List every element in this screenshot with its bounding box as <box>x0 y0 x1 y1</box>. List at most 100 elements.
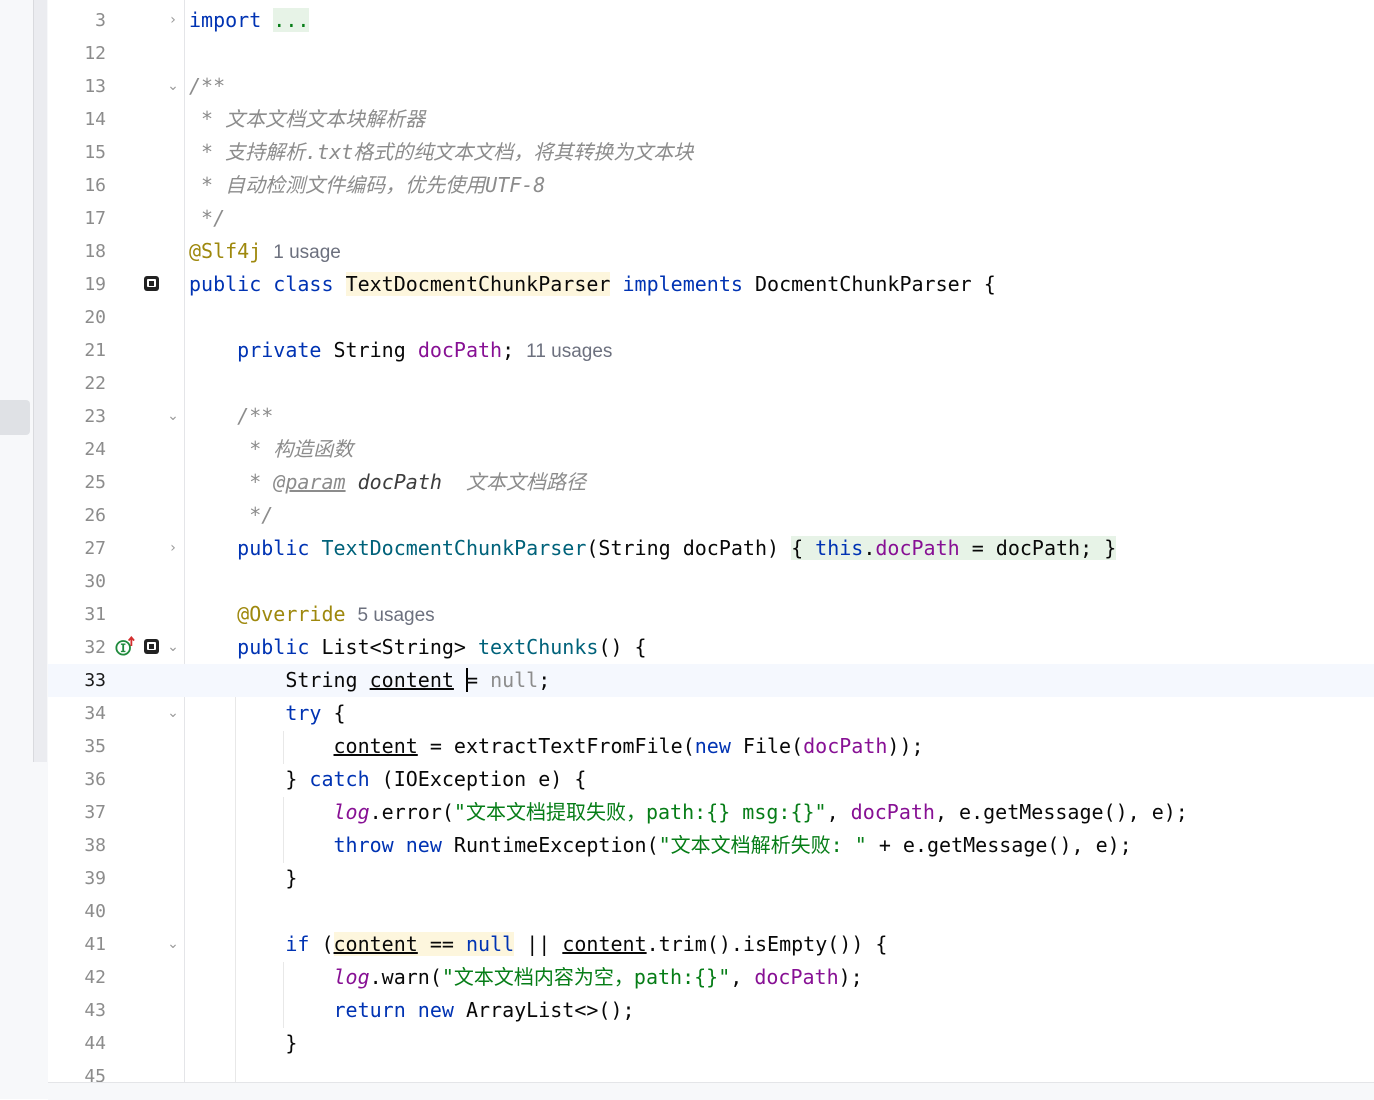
fold-collapse-icon[interactable]: ⌄ <box>166 409 180 423</box>
keyword: public <box>237 635 310 659</box>
code-line-current[interactable]: 33 String content = null; <box>48 664 1374 697</box>
folded-body[interactable]: { this.docPath = docPath; } <box>791 536 1117 560</box>
brace: } <box>285 767 298 791</box>
code-line[interactable]: 17 */ <box>48 202 1374 235</box>
line-number: 30 <box>84 571 106 592</box>
constructor-name[interactable]: TextDocmentChunkParser <box>321 536 586 560</box>
comment-star: * <box>249 470 262 494</box>
code-line[interactable]: 35 content = extractTextFromFile(new Fil… <box>48 730 1374 763</box>
code-line[interactable]: 24 * 构造函数 <box>48 433 1374 466</box>
fold-collapse-icon[interactable]: ⌄ <box>166 79 180 93</box>
code-line[interactable]: 43 return new ArrayList<>(); <box>48 994 1374 1027</box>
field[interactable]: docPath <box>418 338 502 362</box>
variable[interactable]: content <box>334 932 418 956</box>
code-line[interactable]: 3 › import ... <box>48 4 1374 37</box>
code-line[interactable]: 39 } <box>48 862 1374 895</box>
field: docPath <box>754 965 839 989</box>
code-line[interactable]: 40 <box>48 895 1374 928</box>
line-number: 31 <box>84 604 106 625</box>
literal: null <box>490 668 539 692</box>
line-number: 24 <box>84 439 106 460</box>
code-text: */ <box>189 202 225 235</box>
horizontal-scroll-area[interactable] <box>48 1082 1374 1100</box>
folded-region[interactable]: ... <box>273 8 310 32</box>
code-line[interactable]: 12 <box>48 37 1374 70</box>
scrollbar[interactable] <box>33 0 47 762</box>
line-number: 3 <box>95 10 106 31</box>
code-line[interactable]: 45 <box>48 1060 1374 1082</box>
fold-collapse-icon[interactable]: ⌄ <box>166 706 180 720</box>
code-fragment: .warn( <box>369 965 442 989</box>
line-number: 19 <box>84 274 106 295</box>
line-number: 16 <box>84 175 106 196</box>
code-line[interactable]: 38 throw new RuntimeException("文本文档解析失败:… <box>48 829 1374 862</box>
code-text: * 文本文档文本块解析器 <box>189 103 425 136</box>
code-line[interactable]: 44 } <box>48 1027 1374 1060</box>
keyword: new <box>417 998 454 1022</box>
comment-star: * <box>201 140 214 164</box>
code-line[interactable]: 16 * 自动检测文件编码，优先使用UTF-8 <box>48 169 1374 202</box>
variable[interactable]: content <box>334 734 418 758</box>
comment-close: */ <box>201 206 226 230</box>
operator: = <box>465 668 479 692</box>
code-line[interactable]: 20 <box>48 301 1374 334</box>
variable[interactable]: content <box>562 932 646 956</box>
bookmark-gutter-icon[interactable] <box>144 639 159 654</box>
code-fragment: () { <box>598 635 647 659</box>
code-line[interactable]: 37 log.error("文本文档提取失败，path:{} msg:{}", … <box>48 796 1374 829</box>
interface-name[interactable]: DocmentChunkParser <box>755 272 972 296</box>
line-number: 41 <box>84 934 106 955</box>
fold-collapse-icon[interactable]: ⌄ <box>166 640 180 654</box>
implements-method-icon[interactable] <box>115 636 135 656</box>
line-number: 15 <box>84 142 106 163</box>
code-line[interactable]: 18 @Slf4j 1 usage <box>48 235 1374 268</box>
code-line[interactable]: 19 public class TextDocmentChunkParser i… <box>48 268 1374 301</box>
comment-text: 文本文档路径 <box>466 470 586 494</box>
fold-expand-icon[interactable]: › <box>166 13 180 27</box>
code-text: try { <box>189 697 345 730</box>
fold-collapse-icon[interactable]: ⌄ <box>166 937 180 951</box>
usage-hint[interactable]: 1 usage <box>273 242 341 263</box>
code-line[interactable]: 34 ⌄ try { <box>48 697 1374 730</box>
line-number: 18 <box>84 241 106 262</box>
code-line[interactable]: 13 ⌄ /** <box>48 70 1374 103</box>
code-fragment: (IOException e) { <box>369 767 587 791</box>
code-line[interactable]: 26 */ <box>48 499 1374 532</box>
type: String <box>333 338 406 362</box>
code-text: public List<String> textChunks() { <box>189 631 647 664</box>
keyword: private <box>237 338 322 362</box>
literal: null <box>465 932 515 956</box>
brace: } <box>1104 536 1117 560</box>
code-line[interactable]: 36 } catch (IOException e) { <box>48 763 1374 796</box>
punct: , <box>826 800 851 824</box>
code-line[interactable]: 25 * @param docPath 文本文档路径 <box>48 466 1374 499</box>
bookmark-gutter-icon[interactable] <box>144 276 159 291</box>
code-text: } <box>189 1027 297 1060</box>
code-line[interactable]: 15 * 支持解析.txt格式的纯文本文档，将其转换为文本块 <box>48 136 1374 169</box>
variable[interactable]: content <box>370 668 454 692</box>
code-line[interactable]: 22 <box>48 367 1374 400</box>
rail-tab[interactable] <box>0 400 30 435</box>
code-fragment: ); <box>838 965 863 989</box>
code-line[interactable]: 23 ⌄ /** <box>48 400 1374 433</box>
comment-open: /** <box>237 404 274 428</box>
fold-expand-icon[interactable]: › <box>166 541 180 555</box>
string-literal: "文本文档解析失败: " <box>658 833 867 857</box>
field: docPath <box>875 536 960 560</box>
code-line[interactable]: 27 › public TextDocmentChunkParser(Strin… <box>48 532 1374 565</box>
usage-hint[interactable]: 11 usages <box>526 341 612 362</box>
method-name[interactable]: textChunks <box>478 635 598 659</box>
code-line[interactable]: 32 ⌄ public List<String> textChunks() { <box>48 631 1374 664</box>
brace: { <box>983 272 996 296</box>
code-line[interactable]: 42 log.warn("文本文档内容为空，path:{}", docPath)… <box>48 961 1374 994</box>
code-line[interactable]: 41 ⌄ if (content == null || content.trim… <box>48 928 1374 961</box>
usage-hint[interactable]: 5 usages <box>358 605 435 626</box>
code-line[interactable]: 21 private String docPath; 11 usages <box>48 334 1374 367</box>
code-line[interactable]: 14 * 文本文档文本块解析器 <box>48 103 1374 136</box>
code-line[interactable]: 30 <box>48 565 1374 598</box>
keyword: catch <box>309 767 370 791</box>
keyword: this <box>815 536 864 560</box>
class-name[interactable]: TextDocmentChunkParser <box>345 272 611 296</box>
comment-close: */ <box>249 503 274 527</box>
code-line[interactable]: 31 @Override 5 usages <box>48 598 1374 631</box>
